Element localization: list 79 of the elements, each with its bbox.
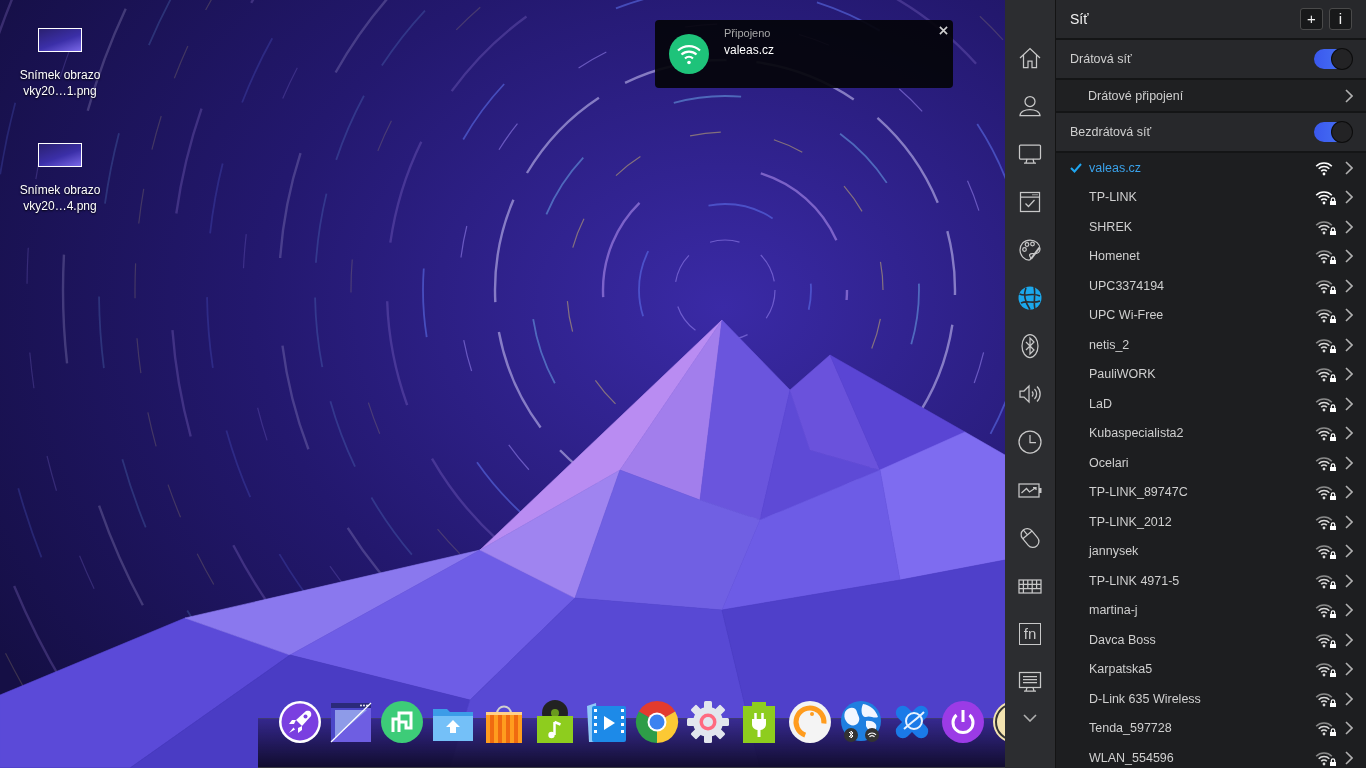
film-play-icon[interactable] [584,700,628,744]
network-name[interactable]: D-Link 635 Wireless [1089,691,1315,706]
chevron-right-icon[interactable] [1345,603,1353,618]
network-name[interactable]: martina-j [1089,603,1315,618]
close-icon [939,26,948,35]
wired-network-label: Drátová síť [1070,52,1133,66]
chevron-right-icon[interactable] [1345,337,1353,352]
add-button[interactable]: + [1300,8,1323,30]
gear-icon[interactable] [686,700,730,744]
display-list-icon[interactable] [1017,669,1043,695]
chevron-right-icon[interactable] [1345,662,1353,677]
toggle-switch[interactable] [1314,49,1352,69]
panel-title: Síť [1070,11,1090,27]
chevron-right-icon[interactable] [1345,219,1353,234]
check-icon [1070,162,1082,173]
network-name[interactable]: LaD [1089,396,1315,411]
chevron-right-icon[interactable] [1345,544,1353,559]
file-name-label[interactable]: Snímek obrazo vky20…1.png [19,67,101,99]
network-name[interactable]: Homenet [1089,249,1315,264]
network-name[interactable]: netis_2 [1089,337,1315,352]
network-name[interactable]: TP-LINK [1089,190,1315,205]
chevron-right-icon[interactable] [1345,691,1353,706]
chevron-right-icon[interactable] [1345,485,1353,500]
network-name[interactable]: TP-LINK 4971-5 [1089,573,1315,588]
network-name[interactable]: valeas.cz [1089,160,1315,175]
network-name[interactable]: TP-LINK_2012 [1089,514,1315,529]
rocket-icon[interactable] [278,700,322,744]
palette-icon[interactable] [1017,237,1043,263]
network-name[interactable]: jannysek [1089,544,1315,559]
chevron-right-icon[interactable] [1345,632,1353,647]
chevron-right-icon[interactable] [1345,396,1353,411]
notification-title: Připojeno [724,26,772,40]
browser-icon[interactable] [635,700,679,744]
chevron-right-icon[interactable] [1345,573,1353,588]
close-button[interactable] [937,24,950,37]
wifi-icon [669,34,709,74]
network-name[interactable]: TP-LINK_89747C [1089,485,1315,500]
window-screenshot-icon[interactable] [329,700,373,744]
chevron-down-icon[interactable] [1023,714,1037,722]
network-name[interactable]: Karpatska5 [1089,662,1315,677]
chevron-right-icon[interactable] [1345,514,1353,529]
file-name-label[interactable]: Snímek obrazo vky20…4.png [19,182,101,214]
chevron-right-icon[interactable] [1345,367,1353,382]
wireless-network-label: Bezdrátová síť [1070,125,1153,139]
chevron-right-icon[interactable] [1345,249,1353,264]
fn-key-icon[interactable]: fn [1019,623,1041,645]
calendar-check-icon[interactable] [1017,189,1043,215]
network-name[interactable]: Tenda_597728 [1089,721,1315,736]
toggle-switch[interactable] [1314,122,1352,142]
chevron-right-icon[interactable] [1345,88,1353,103]
chevron-right-icon[interactable] [1345,190,1353,205]
chevron-right-icon[interactable] [1345,308,1353,323]
chevron-right-icon[interactable] [1345,750,1353,765]
power-icon[interactable] [941,700,985,744]
network-name[interactable]: UPC3374194 [1089,278,1315,293]
chevron-right-icon[interactable] [1345,278,1353,293]
network-name[interactable]: Ocelari [1089,455,1315,470]
globe-icon[interactable] [839,700,883,744]
notification-message: valeas.cz [724,42,775,58]
ring-icon[interactable] [788,700,832,744]
network-name[interactable]: Kubaspecialista2 [1089,426,1315,441]
connection-label[interactable]: Drátové připojení [1088,88,1345,103]
monitor-icon[interactable] [1017,141,1043,167]
network-name[interactable]: WLAN_554596 [1089,750,1315,765]
chevron-right-icon[interactable] [1345,160,1353,175]
image-thumbnail[interactable] [38,28,82,52]
user-icon[interactable] [1017,93,1043,119]
chevron-right-icon[interactable] [1345,455,1353,470]
network-name[interactable]: SHREK [1089,219,1315,234]
store-circle-icon[interactable] [380,700,424,744]
chevron-right-icon[interactable] [1345,721,1353,736]
info-button[interactable]: i [1329,8,1352,30]
home-icon[interactable] [1017,45,1043,71]
chevron-right-icon[interactable] [1345,426,1353,441]
network-name[interactable]: Davca Boss [1089,632,1315,647]
clock-icon[interactable] [1017,429,1043,455]
image-thumbnail[interactable] [38,143,82,167]
network-name[interactable]: PauliWORK [1089,367,1315,382]
network-name[interactable]: UPC Wi-Free [1089,308,1315,323]
